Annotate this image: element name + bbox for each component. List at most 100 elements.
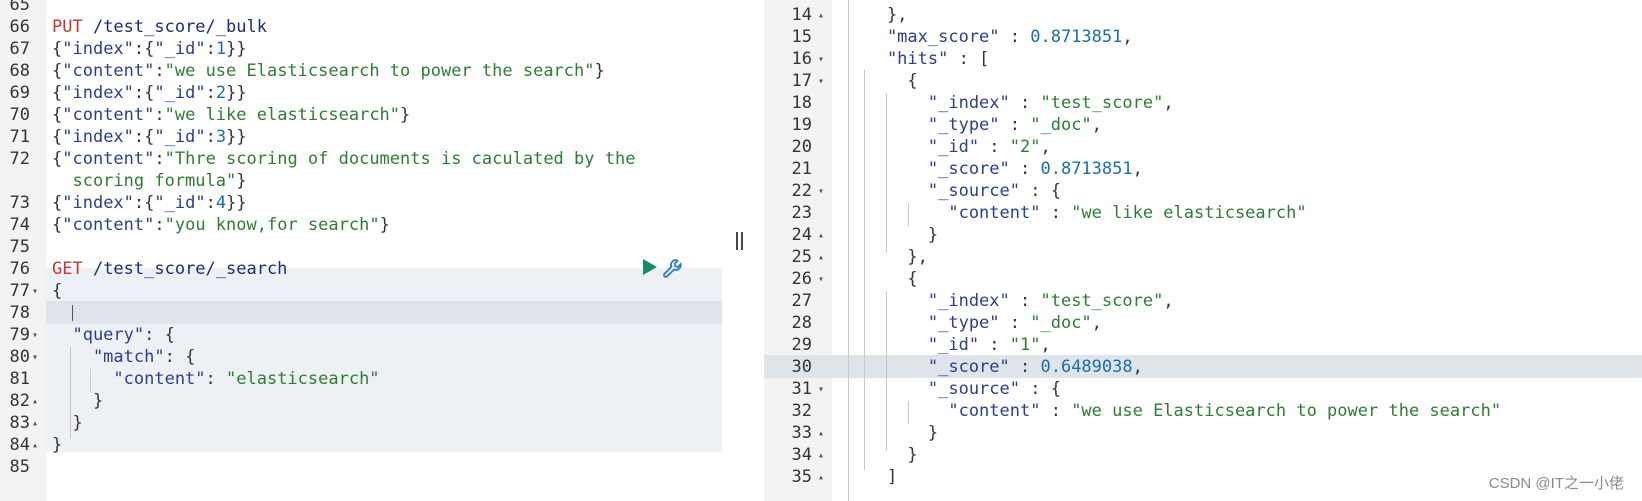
- code-line[interactable]: 78: [0, 302, 722, 325]
- fold-expand-icon[interactable]: ▴: [818, 4, 824, 27]
- code-line[interactable]: 29 "_id" : "1",: [764, 334, 1642, 357]
- fold-expand-icon[interactable]: ▴: [818, 422, 824, 445]
- code-line[interactable]: 27 "_index" : "test_score",: [764, 290, 1642, 313]
- code-line[interactable]: 73 {"index":{"_id":4}}: [0, 192, 722, 215]
- fold-collapse-icon[interactable]: ▾: [818, 48, 824, 71]
- code-token: "content": [52, 369, 206, 389]
- code-token: "we like elasticsearch": [1071, 203, 1307, 223]
- indent-guide: [90, 369, 91, 392]
- fold-collapse-icon[interactable]: ▾: [32, 324, 38, 347]
- code-token: 1: [215, 39, 227, 59]
- code-line[interactable]: 31 ▾ "_source" : {: [764, 378, 1642, 401]
- code-token: /test_score/_search: [82, 259, 288, 279]
- code-token: :{: [133, 127, 155, 147]
- code-token: {: [846, 269, 918, 289]
- code-line[interactable]: 14 ▴ },: [764, 4, 1642, 27]
- code-line[interactable]: 28 "_type" : "_doc",: [764, 312, 1642, 335]
- code-token: "content": [846, 401, 1041, 421]
- drag-handle-icon[interactable]: [736, 232, 746, 250]
- request-editor[interactable]: 65 66 PUT /test_score/_bulk 67 {"index":{"_i…: [0, 0, 722, 501]
- code-line[interactable]: 70 {"content":"we like elasticsearch"}: [0, 104, 722, 127]
- code-text: }: [846, 422, 938, 445]
- code-token: :: [999, 27, 1031, 47]
- code-token: :{: [133, 83, 155, 103]
- code-token: :{: [133, 39, 155, 59]
- code-token: {: [52, 215, 63, 235]
- code-line[interactable]: 24 ▴ }: [764, 224, 1642, 247]
- code-line[interactable]: 16 ▾ "hits" : [: [764, 48, 1642, 71]
- fold-collapse-icon[interactable]: ▾: [818, 268, 824, 291]
- fold-expand-icon[interactable]: ▴: [818, 246, 824, 269]
- code-line[interactable]: 17 ▾ {: [764, 70, 1642, 93]
- code-line[interactable]: 69 {"index":{"_id":2}}: [0, 82, 722, 105]
- code-line[interactable]: 22 ▾ "_source" : {: [764, 180, 1642, 203]
- code-line[interactable]: 81 "content": "elasticsearch": [0, 368, 722, 391]
- code-token: "test_score": [1040, 291, 1164, 311]
- fold-expand-icon[interactable]: ▴: [818, 444, 824, 467]
- code-line[interactable]: 84 ▴}: [0, 434, 722, 457]
- code-line[interactable]: 25 ▴ },: [764, 246, 1642, 269]
- code-line[interactable]: 32 "content" : "we use Elasticsearch to …: [764, 400, 1642, 423]
- response-viewer[interactable]: 14 ▴ }, 15 "max_score" : 0.8713851, 16 ▾ "hi…: [764, 0, 1642, 501]
- code-line[interactable]: 72 {"content":"Thre scoring of documents …: [0, 148, 722, 171]
- code-text: "match": {: [52, 346, 195, 369]
- code-token: GET: [52, 259, 83, 279]
- fold-collapse-icon[interactable]: ▾: [818, 180, 824, 203]
- code-text: "_id" : "2",: [846, 136, 1051, 159]
- code-line[interactable]: 77 ▾ {: [0, 280, 722, 303]
- code-token: {: [52, 83, 63, 103]
- code-line[interactable]: 65: [0, 0, 722, 17]
- code-text: {"content":"Thre scoring of documents is…: [52, 148, 635, 171]
- code-line[interactable]: 18 "_index" : "test_score",: [764, 92, 1642, 115]
- pane-splitter[interactable]: [722, 0, 764, 501]
- fold-collapse-icon[interactable]: ▾: [818, 70, 824, 93]
- code-line[interactable]: 85: [0, 456, 722, 479]
- code-line[interactable]: 30 "_score" : 0.6489038,: [764, 356, 1642, 379]
- code-line[interactable]: 67 {"index":{"_id":1}}: [0, 38, 722, 61]
- code-line[interactable]: 71 {"index":{"_id":3}}: [0, 126, 722, 149]
- fold-collapse-icon[interactable]: ▾: [32, 346, 38, 369]
- fold-expand-icon[interactable]: ▴: [32, 412, 38, 435]
- fold-collapse-icon[interactable]: ▾: [32, 280, 38, 303]
- code-line[interactable]: scoring formula"}: [0, 170, 722, 193]
- code-line[interactable]: 26 ▾ {: [764, 268, 1642, 291]
- fold-expand-icon[interactable]: ▴: [818, 224, 824, 247]
- code-line[interactable]: 80 ▾ "match": {: [0, 346, 722, 369]
- send-request-button[interactable]: [641, 258, 659, 276]
- code-line[interactable]: 21 "_score" : 0.8713851,: [764, 158, 1642, 181]
- line-number: 30: [791, 357, 812, 377]
- line-number: 23: [791, 203, 812, 223]
- code-line[interactable]: 19 "_type" : "_doc",: [764, 114, 1642, 137]
- code-token: "_id": [154, 39, 206, 59]
- code-line[interactable]: 66 PUT /test_score/_bulk: [0, 16, 722, 39]
- code-line[interactable]: 20 "_id" : "2",: [764, 136, 1642, 159]
- code-line[interactable]: 82 ▴ }: [0, 390, 722, 413]
- code-token: "index": [62, 193, 134, 213]
- request-settings-button[interactable]: [662, 258, 684, 280]
- line-number: 80: [9, 347, 30, 367]
- code-line[interactable]: 34 ▴ }: [764, 444, 1642, 467]
- code-line[interactable]: 15 "max_score" : 0.8713851,: [764, 26, 1642, 49]
- fold-collapse-icon[interactable]: ▾: [818, 378, 824, 401]
- code-token: "_id": [846, 335, 980, 355]
- code-token: :: [154, 105, 165, 125]
- code-line[interactable]: 83 ▴ }: [0, 412, 722, 435]
- fold-expand-icon[interactable]: ▴: [32, 390, 38, 413]
- code-line[interactable]: 76 GET /test_score/_search: [0, 258, 722, 281]
- code-line[interactable]: 74 {"content":"you know,for search"}: [0, 214, 722, 237]
- code-token: :: [1009, 291, 1041, 311]
- code-line[interactable]: 79 ▾ "query": {: [0, 324, 722, 347]
- fold-expand-icon[interactable]: ▴: [818, 466, 824, 489]
- indent-guide: [848, 0, 849, 501]
- code-line[interactable]: 68 {"content":"we use Elasticsearch to po…: [0, 60, 722, 83]
- code-token: 2: [215, 83, 227, 103]
- code-line[interactable]: 23 "content" : "we like elasticsearch": [764, 202, 1642, 225]
- fold-expand-icon[interactable]: ▴: [32, 434, 38, 457]
- indent-guide: [864, 70, 865, 470]
- code-token: :: [205, 83, 216, 103]
- code-token: "_id": [154, 127, 206, 147]
- code-line[interactable]: 75: [0, 236, 722, 259]
- line-number: 74: [9, 215, 30, 235]
- code-text: scoring formula"}: [52, 170, 246, 193]
- code-line[interactable]: 33 ▴ }: [764, 422, 1642, 445]
